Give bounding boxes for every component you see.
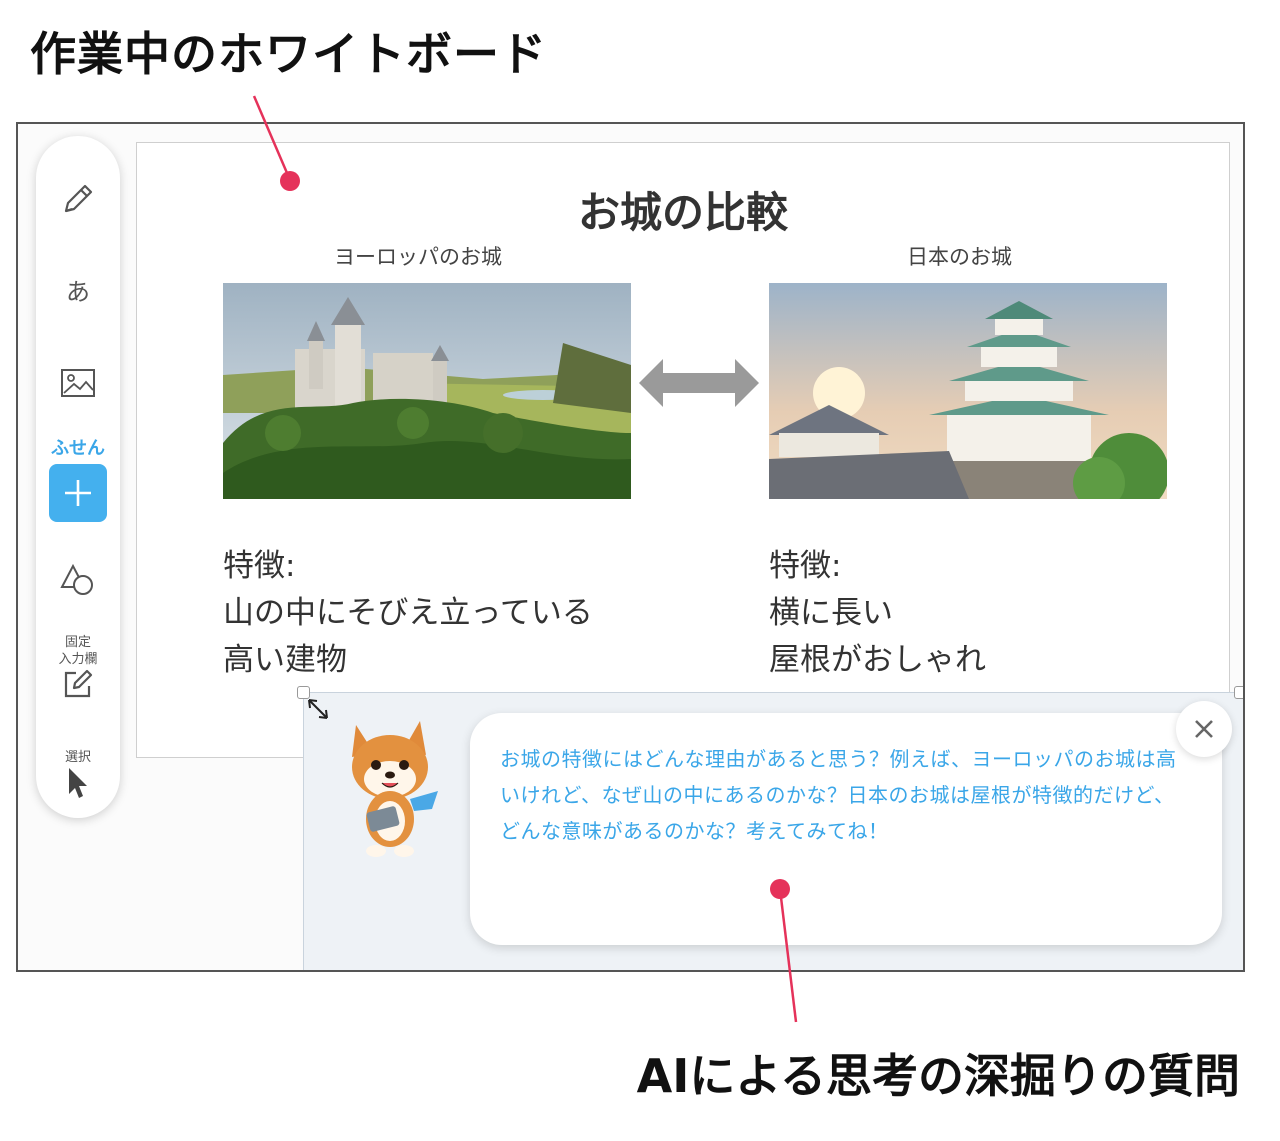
right-feature-heading: 特徴: (769, 548, 842, 584)
image-tool-button[interactable] (36, 358, 120, 408)
fixed-input-tool-button[interactable]: 固定 入力欄 (36, 628, 120, 706)
right-feature-line-1: 横に長い (769, 595, 893, 631)
ai-question-text: お城の特徴にはどんな理由があると思う？例えば、ヨーロッパのお城は高いけれど、なぜ… (500, 747, 1177, 843)
pen-tool-button[interactable] (36, 174, 120, 224)
panel-resize-handle-right[interactable] (1234, 686, 1243, 699)
right-feature-line-2: 屋根がおしゃれ (769, 642, 986, 678)
image-icon (61, 369, 95, 397)
close-ai-panel-button[interactable] (1176, 701, 1232, 757)
ai-question-bubble: お城の特徴にはどんな理由があると思う？例えば、ヨーロッパのお城は高いけれど、なぜ… (470, 713, 1222, 945)
left-feature-heading: 特徴: (223, 548, 296, 584)
cursor-icon (69, 767, 87, 798)
left-feature-line-2: 高い建物 (223, 642, 347, 678)
select-tool-label: 選択 (64, 749, 91, 765)
add-sticky-note-button[interactable] (49, 464, 107, 522)
sticky-note-label: ふせん (51, 438, 105, 459)
edit-icon (64, 669, 93, 698)
pencil-icon (64, 184, 93, 213)
left-feature-line-1: 山の中にそびえ立っている (223, 595, 593, 631)
left-image-caption: ヨーロッパのお城 (334, 245, 502, 269)
tool-palette: あ ふせん 固定 入力欄 選択 (36, 136, 120, 818)
callout-whiteboard-label: 作業中のホワイトボード (30, 27, 547, 81)
shapes-icon (60, 563, 93, 595)
app-window: あ ふせん 固定 入力欄 選択 お城の比較 ヨーロッパのお城 日本のお城 特徴:… (16, 122, 1245, 972)
board-title: お城の比較 (577, 188, 788, 237)
shape-tool-button[interactable] (36, 554, 120, 604)
whiteboard-canvas[interactable]: お城の比較 ヨーロッパのお城 日本のお城 特徴: 山の中にそびえ立っている 高い… (136, 142, 1230, 758)
select-tool-button[interactable]: 選択 (36, 744, 120, 804)
close-icon (1195, 720, 1213, 738)
text-tool-button[interactable]: あ (36, 264, 120, 314)
shiba-mascot-icon (352, 721, 438, 857)
fixed-input-label-1: 固定 (64, 635, 91, 650)
sticky-note-tool[interactable]: ふせん (36, 432, 120, 524)
resize-icon[interactable] (306, 697, 330, 721)
japanese-castle-image[interactable] (769, 283, 1167, 499)
compare-double-arrow (639, 359, 759, 407)
european-castle-image[interactable] (223, 283, 631, 499)
callout-ai-question-label: AIによる思考の深掘りの質問 (636, 1049, 1240, 1103)
plus-icon (65, 480, 91, 506)
ai-question-panel: お城の特徴にはどんな理由があると思う？例えば、ヨーロッパのお城は高いけれど、なぜ… (297, 686, 1243, 970)
right-image-caption: 日本のお城 (907, 245, 1012, 269)
text-tool-label: あ (66, 277, 90, 306)
fixed-input-label-2: 入力欄 (58, 652, 98, 667)
